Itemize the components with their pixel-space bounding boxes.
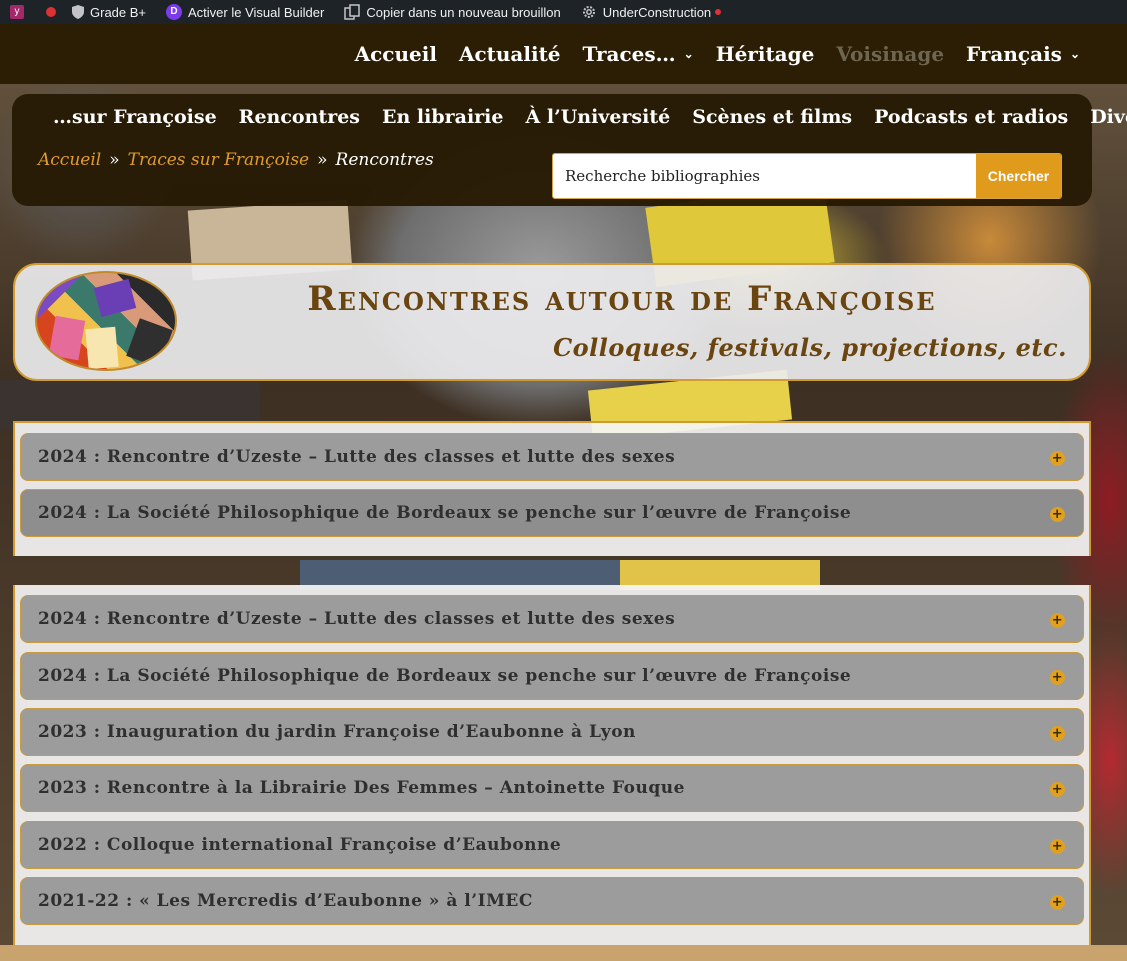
accordion-item[interactable]: 2021-22 : « Les Mercredis d’Eaubonne » à…	[20, 877, 1084, 925]
subnav-item-sur-francoise[interactable]: …sur Françoise	[53, 106, 217, 128]
copy-icon	[344, 4, 361, 20]
accordion-title: 2022 : Colloque international Françoise …	[38, 835, 562, 855]
secondary-navigation: …sur Françoise Rencontres En librairie À…	[53, 106, 1127, 128]
accordion-title: 2023 : Rencontre à la Librairie Des Femm…	[38, 778, 685, 798]
subnav-item-divers[interactable]: Divers	[1090, 106, 1127, 128]
accordion-section-all: 2024 : Rencontre d’Uzeste – Lutte des cl…	[13, 585, 1091, 945]
page-header-banner: Rencontres autour de Françoise Colloques…	[13, 263, 1091, 381]
divi-icon: D	[166, 4, 183, 20]
subnav-item-universite[interactable]: À l’Université	[526, 106, 671, 128]
subnav-item-scenes-films[interactable]: Scènes et films	[692, 106, 852, 128]
expand-icon[interactable]: +	[1050, 839, 1065, 854]
breadcrumb-separator: »	[109, 150, 120, 170]
chevron-down-icon: ⌄	[683, 47, 694, 61]
nav-label: Accueil	[354, 42, 437, 66]
search-button[interactable]: Chercher	[976, 154, 1061, 198]
page-title: Rencontres autour de Françoise	[307, 279, 937, 319]
alert-dot-icon	[715, 9, 722, 15]
expand-icon[interactable]: +	[1050, 895, 1065, 910]
copy-draft-label: Copier dans un nouveau brouillon	[366, 4, 561, 20]
accordion-item[interactable]: 2024 : Rencontre d’Uzeste – Lutte des cl…	[20, 433, 1084, 481]
expand-icon[interactable]: +	[1050, 613, 1065, 628]
visual-builder-link[interactable]: D Activer le Visual Builder	[156, 0, 334, 24]
nav-item-language[interactable]: Français ⌄	[966, 42, 1080, 66]
subnav-item-en-librairie[interactable]: En librairie	[382, 106, 504, 128]
expand-icon[interactable]: +	[1050, 726, 1065, 741]
security-grade[interactable]: Grade B+	[62, 0, 156, 24]
accordion-item[interactable]: 2024 : La Société Philosophique de Borde…	[20, 652, 1084, 700]
subnav-item-podcasts[interactable]: Podcasts et radios	[874, 106, 1068, 128]
nav-item-heritage[interactable]: Héritage	[716, 42, 815, 66]
yoast-menu[interactable]: y	[0, 0, 40, 24]
expand-icon[interactable]: +	[1050, 451, 1065, 466]
yoast-icon: y	[10, 5, 24, 19]
search-input[interactable]	[553, 154, 976, 198]
search-form: Chercher	[552, 153, 1062, 199]
accordion-item[interactable]: 2024 : Rencontre d’Uzeste – Lutte des cl…	[20, 595, 1084, 643]
breadcrumb-parent-link[interactable]: Traces sur Françoise	[128, 150, 310, 170]
breadcrumb: Accueil » Traces sur Françoise » Rencontres	[38, 150, 434, 170]
accordion-title: 2024 : La Société Philosophique de Borde…	[38, 503, 852, 523]
accordion-item[interactable]: 2022 : Colloque international Françoise …	[20, 821, 1084, 869]
nav-label: Traces…	[582, 42, 676, 66]
expand-icon[interactable]: +	[1050, 507, 1065, 522]
copy-draft-link[interactable]: Copier dans un nouveau brouillon	[334, 0, 570, 24]
nav-label: Actualité	[458, 42, 561, 66]
breadcrumb-current: Rencontres	[335, 150, 434, 170]
accordion-title: 2023 : Inauguration du jardin Françoise …	[38, 722, 636, 742]
accordion-item[interactable]: 2023 : Inauguration du jardin Françoise …	[20, 708, 1084, 756]
nav-label: Héritage	[715, 42, 815, 66]
chevron-down-icon: ⌄	[1069, 47, 1080, 61]
admin-bar: y Grade B+ D Activer le Visual Builder C…	[0, 0, 1127, 24]
nav-item-actualite[interactable]: Actualité	[459, 42, 561, 66]
status-indicator[interactable]	[40, 0, 62, 24]
accordion-title: 2024 : Rencontre d’Uzeste – Lutte des cl…	[38, 447, 676, 467]
breadcrumb-home-link[interactable]: Accueil	[38, 150, 101, 170]
under-construction-label: UnderConstruction	[602, 4, 712, 20]
nav-label: Voisinage	[836, 42, 945, 66]
subnav-item-rencontres[interactable]: Rencontres	[239, 106, 360, 128]
nav-item-traces[interactable]: Traces… ⌄	[583, 42, 694, 66]
accordion-item[interactable]: 2023 : Rencontre à la Librairie Des Femm…	[20, 764, 1084, 812]
page-subtitle: Colloques, festivals, projections, etc.	[553, 333, 1067, 362]
accordion-title: 2024 : La Société Philosophique de Borde…	[38, 666, 852, 686]
nav-label: Français	[966, 42, 1062, 66]
visual-builder-label: Activer le Visual Builder	[188, 4, 325, 20]
main-navigation: Accueil Actualité Traces… ⌄ Héritage Vois…	[0, 24, 1127, 84]
shield-icon	[72, 5, 84, 19]
nav-item-accueil[interactable]: Accueil	[355, 42, 437, 66]
expand-icon[interactable]: +	[1050, 670, 1065, 685]
secondary-nav-panel: …sur Françoise Rencontres En librairie À…	[12, 94, 1127, 206]
status-dot-icon	[46, 7, 56, 17]
breadcrumb-separator: »	[317, 150, 328, 170]
gear-icon	[582, 6, 595, 18]
nav-item-voisinage[interactable]: Voisinage	[836, 42, 944, 66]
expand-icon[interactable]: +	[1050, 782, 1065, 797]
accordion-item[interactable]: 2024 : La Société Philosophique de Borde…	[20, 489, 1084, 537]
under-construction-link[interactable]: UnderConstruction	[571, 0, 731, 24]
security-grade-label: Grade B+	[90, 4, 147, 20]
accordion-title: 2024 : Rencontre d’Uzeste – Lutte des cl…	[38, 609, 676, 629]
accordion-section-recent: 2024 : Rencontre d’Uzeste – Lutte des cl…	[13, 421, 1091, 556]
accordion-title: 2021-22 : « Les Mercredis d’Eaubonne » à…	[38, 891, 533, 911]
